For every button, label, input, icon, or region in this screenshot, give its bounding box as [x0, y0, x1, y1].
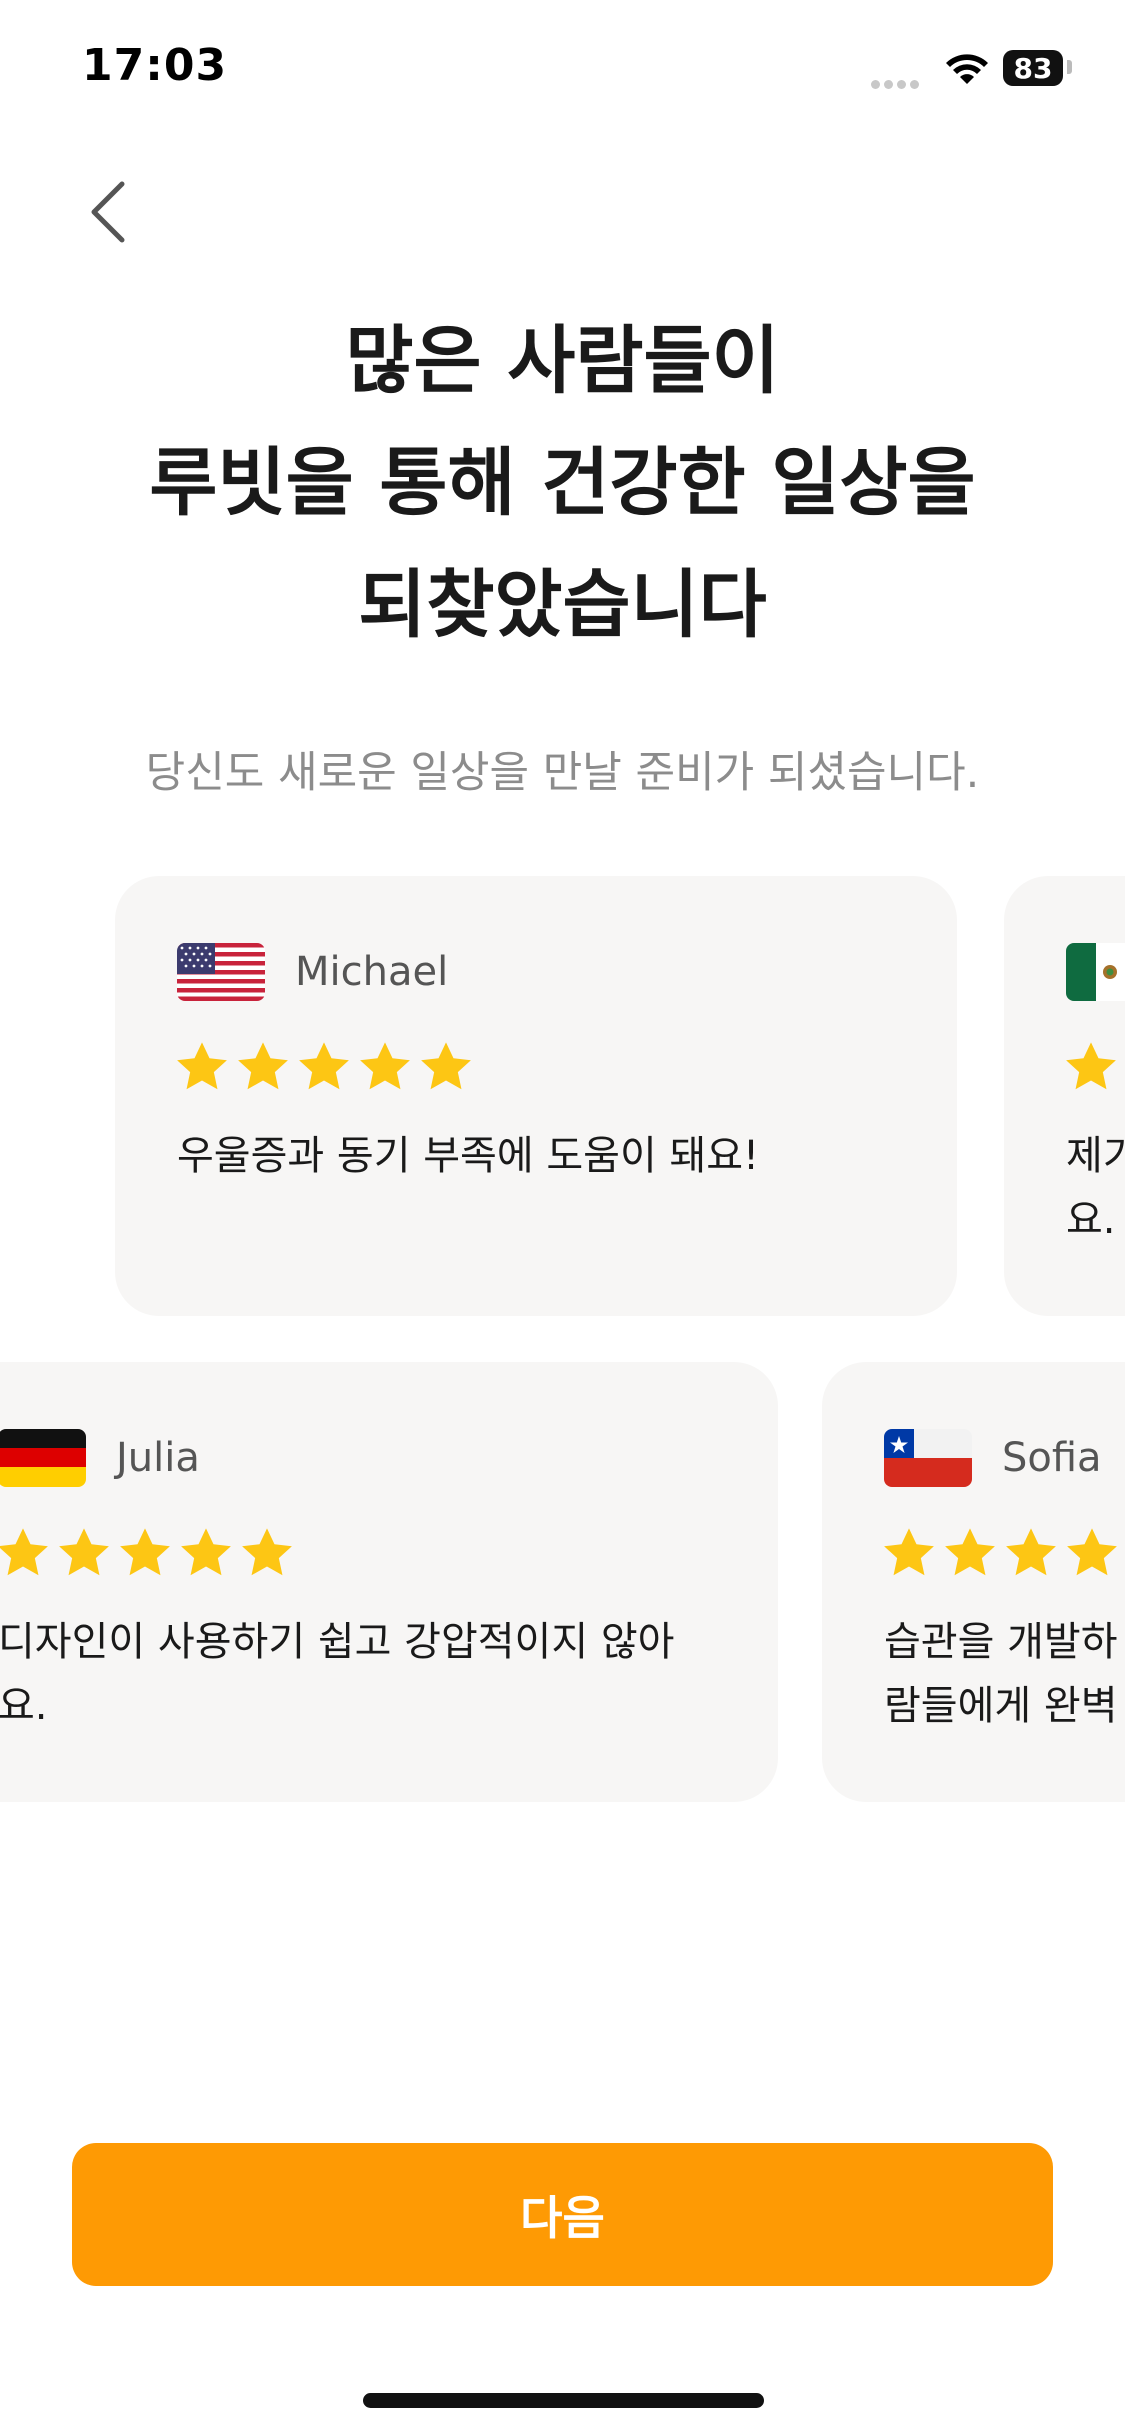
review-text: 디자인이 사용하기 쉽고 강압적이지 않아 요. — [0, 1610, 738, 1738]
chile-flag-icon — [884, 1429, 972, 1487]
review-text-line: 요. — [1066, 1197, 1116, 1243]
star-icon — [421, 1042, 471, 1090]
reviewer-name: Michael — [295, 949, 449, 995]
review-card-michael: Michael 우울증과 동기 부족에 도움이 돼요! — [115, 876, 957, 1316]
star-icon — [1066, 1042, 1116, 1090]
usa-flag-icon — [177, 943, 265, 1001]
review-card-mexico: 제기 요. — [1004, 876, 1125, 1316]
star-rating — [173, 1038, 478, 1096]
star-icon — [1067, 1528, 1117, 1576]
reviewer-name: Sofia — [1002, 1435, 1102, 1481]
battery-level: 83 — [1013, 51, 1053, 85]
back-button[interactable] — [78, 172, 148, 252]
star-icon — [1006, 1528, 1056, 1576]
star-icon — [59, 1528, 109, 1576]
review-text-line: 람들에게 완벽 — [884, 1683, 1118, 1729]
chevron-left-icon — [91, 181, 125, 243]
review-text: 제기 요. — [1066, 1124, 1125, 1252]
star-icon — [120, 1528, 170, 1576]
review-text: 우울증과 동기 부족에 도움이 돼요! — [177, 1133, 760, 1179]
mexico-flag-icon — [1066, 943, 1125, 1001]
star-icon — [299, 1042, 349, 1090]
star-icon — [242, 1528, 292, 1576]
next-button[interactable]: 다음 — [72, 2143, 1053, 2286]
status-icons: 83 — [871, 48, 1081, 90]
review-card-julia: Julia 디자인이 사용하기 쉽고 강압적이지 않아 요. — [0, 1362, 778, 1802]
review-text: 습관을 개발하 람들에게 완벽 — [884, 1610, 1125, 1738]
germany-flag-icon — [0, 1429, 86, 1487]
screen: 17:03 83 많은 사람들이 루빗을 통해 건강한 일상을 되찾았습니다 당… — [0, 0, 1125, 2436]
review-text-line: 디자인이 사용하기 쉽고 강압적이지 않아 — [0, 1619, 675, 1665]
page-title: 많은 사람들이 루빗을 통해 건강한 일상을 되찾았습니다 — [0, 300, 1125, 666]
star-icon — [360, 1042, 410, 1090]
review-text-line: 요. — [0, 1683, 48, 1729]
star-icon — [945, 1528, 995, 1576]
title-line-1: 많은 사람들이 — [345, 318, 780, 404]
review-header: Sofia — [884, 1428, 1102, 1488]
review-header: Michael — [177, 942, 448, 1002]
star-icon — [0, 1528, 48, 1576]
battery-tip — [1067, 60, 1072, 74]
review-card-sofia: Sofia 습관을 개발하 람들에게 완벽 — [822, 1362, 1125, 1802]
reviewer-name: Julia — [116, 1435, 200, 1481]
title-line-3: 되찾았습니다 — [358, 562, 767, 648]
subtitle: 당신도 새로운 일상을 만날 준비가 되셨습니다. — [145, 748, 980, 798]
wifi-icon — [946, 54, 988, 84]
review-text-line: 제기 — [1066, 1133, 1125, 1179]
home-indicator — [363, 2393, 764, 2408]
battery-icon: 83 — [1003, 50, 1063, 86]
star-icon — [238, 1042, 288, 1090]
title-line-2: 루빗을 통해 건강한 일상을 — [149, 440, 976, 526]
cellular-signal-icon — [871, 74, 931, 89]
review-text-line: 습관을 개발하 — [884, 1619, 1118, 1665]
star-rating — [880, 1524, 1125, 1582]
star-rating — [1062, 1038, 1125, 1096]
review-header: Julia — [0, 1428, 200, 1488]
status-time: 17:03 — [82, 40, 228, 91]
star-icon — [181, 1528, 231, 1576]
star-icon — [177, 1042, 227, 1090]
star-icon — [884, 1528, 934, 1576]
star-rating — [0, 1524, 299, 1582]
review-header — [1066, 942, 1125, 1002]
